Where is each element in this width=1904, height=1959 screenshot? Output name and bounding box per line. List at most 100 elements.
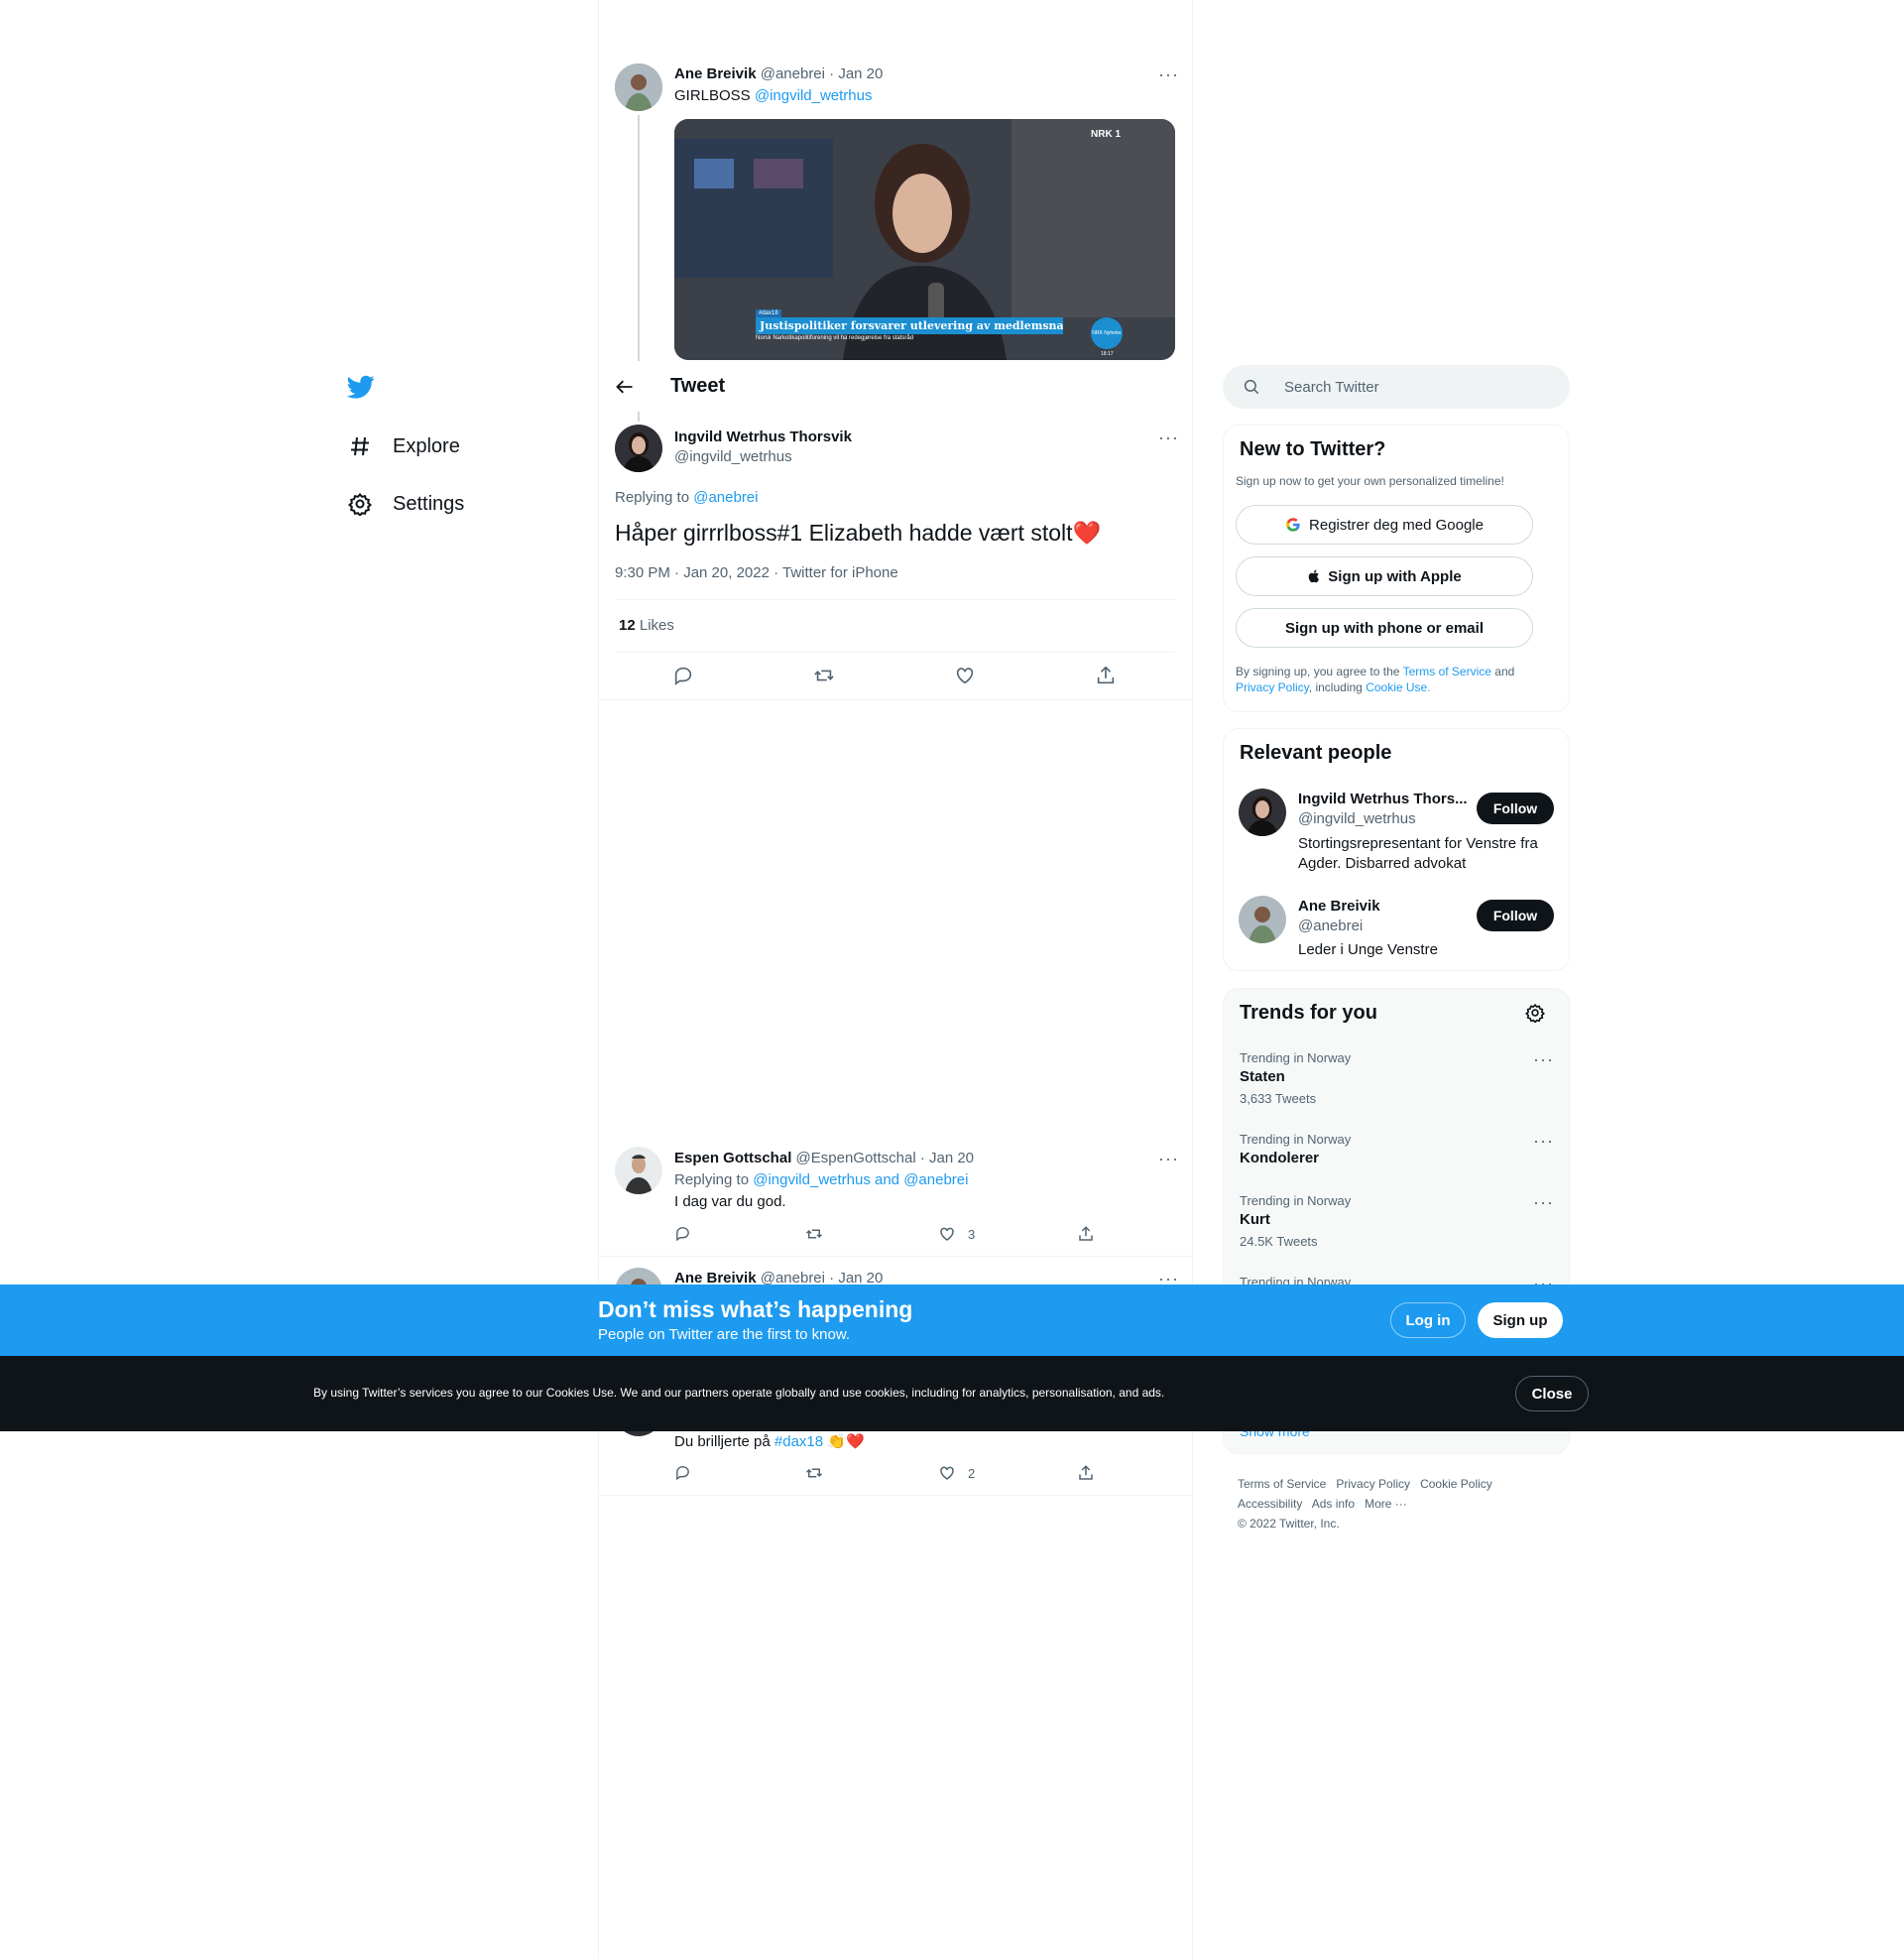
- more-options-icon[interactable]: ···: [1158, 1150, 1179, 1167]
- hashtag-icon: [347, 433, 373, 459]
- footer-more[interactable]: More ···: [1365, 1497, 1407, 1511]
- author-name[interactable]: Espen Gottschal: [674, 1150, 791, 1166]
- trend-item[interactable]: Trending in Norway Kurt 24.5K Tweets ···: [1224, 1181, 1569, 1261]
- footer-link[interactable]: Cookie Policy: [1420, 1477, 1492, 1491]
- person-name[interactable]: Ane Breivik: [1298, 898, 1380, 915]
- retweet-icon[interactable]: [805, 1464, 823, 1487]
- share-icon[interactable]: [1095, 665, 1117, 691]
- tos-link[interactable]: Terms of Service: [1403, 665, 1491, 678]
- footer-link[interactable]: Terms of Service: [1238, 1477, 1326, 1491]
- cookie-close-button[interactable]: Close: [1515, 1376, 1589, 1411]
- signup-button[interactable]: Sign up: [1478, 1302, 1563, 1338]
- cookie-link[interactable]: Cookie Use.: [1366, 680, 1430, 694]
- nav-settings-label: Settings: [393, 492, 465, 515]
- share-icon[interactable]: [1077, 1464, 1095, 1487]
- like-button[interactable]: 3: [938, 1225, 975, 1243]
- avatar[interactable]: [615, 425, 662, 472]
- mention-link[interactable]: @anebrei: [693, 489, 758, 506]
- more-options-icon[interactable]: ···: [1158, 65, 1179, 83]
- cookie-bar: By using Twitter’s services you agree to…: [0, 1356, 1904, 1431]
- google-signup-button[interactable]: Registrer deg med Google: [1236, 505, 1533, 545]
- retweet-icon[interactable]: [805, 1225, 823, 1248]
- tweet-date[interactable]: · Jan 20: [920, 1150, 974, 1166]
- privacy-link[interactable]: Privacy Policy: [1236, 680, 1309, 694]
- thread-line: [638, 115, 640, 361]
- column-border-left: [598, 0, 599, 1959]
- column-border-right: [1192, 0, 1193, 1959]
- follow-button[interactable]: Follow: [1477, 900, 1554, 931]
- more-options-icon[interactable]: ···: [1158, 1270, 1179, 1287]
- signup-banner: Don’t miss what’s happening People on Tw…: [0, 1285, 1904, 1356]
- like-icon: [940, 1227, 954, 1241]
- signup-card: New to Twitter? Sign up now to get your …: [1223, 425, 1570, 712]
- tweet-text-body: Håper girrrlboss#1 Elizabeth hadde vært …: [615, 520, 1073, 546]
- footer-link[interactable]: Accessibility: [1238, 1497, 1302, 1511]
- follow-button[interactable]: Follow: [1477, 793, 1554, 824]
- apple-signup-button[interactable]: Sign up with Apple: [1236, 556, 1533, 596]
- trend-item[interactable]: Trending in Norway Kondolerer ···: [1224, 1120, 1569, 1179]
- tweet-text: Du brilljerte på #dax18 👏❤️: [674, 1432, 865, 1450]
- person-name[interactable]: Ingvild Wetrhus Thors...: [1298, 791, 1468, 807]
- tweet-date[interactable]: · Jan 20: [829, 65, 883, 82]
- author-handle[interactable]: @ingvild_wetrhus: [674, 448, 792, 465]
- author-name[interactable]: Ingvild Wetrhus Thorsvik: [674, 429, 852, 445]
- apple-signup-label: Sign up with Apple: [1328, 567, 1462, 585]
- like-icon[interactable]: [954, 665, 976, 691]
- tweet-media[interactable]: NRK 1 #dax18 Justispolitiker forsvarer u…: [674, 119, 1175, 360]
- person-handle[interactable]: @anebrei: [1298, 918, 1363, 934]
- media-headline: Justispolitiker forsvarer utlevering av …: [756, 317, 1063, 334]
- more-options-icon[interactable]: ···: [1158, 429, 1179, 446]
- twitter-logo-icon[interactable]: [346, 373, 379, 405]
- avatar[interactable]: [615, 63, 662, 111]
- avatar[interactable]: [1239, 789, 1286, 836]
- nav-settings[interactable]: Settings: [347, 484, 464, 524]
- more-options-icon[interactable]: ···: [1533, 1050, 1554, 1068]
- divider: [599, 1256, 1192, 1257]
- reply-icon[interactable]: [674, 1225, 691, 1247]
- more-options-icon[interactable]: ···: [1533, 1193, 1554, 1211]
- author-handle[interactable]: @EspenGottschal: [796, 1150, 916, 1166]
- legal-and: and: [1494, 665, 1515, 678]
- author-name[interactable]: Ane Breivik: [674, 65, 757, 82]
- retweet-icon[interactable]: [813, 665, 835, 691]
- tweet-text: I dag var du god.: [674, 1193, 786, 1210]
- channel-logo: NRK 1: [1091, 129, 1122, 140]
- card-subtitle: Sign up now to get your own personalized…: [1236, 474, 1504, 488]
- back-arrow-icon[interactable]: [615, 377, 635, 402]
- trend-context: Trending in Norway: [1240, 1132, 1352, 1147]
- footer: Terms of Service Privacy Policy Cookie P…: [1238, 1474, 1565, 1533]
- trend-item[interactable]: Trending in Norway Staten 3,633 Tweets ·…: [1224, 1039, 1569, 1118]
- nav-explore[interactable]: Explore: [347, 427, 460, 466]
- search-input[interactable]: Search Twitter: [1284, 379, 1379, 396]
- likes-count[interactable]: 12 Likes: [619, 617, 674, 634]
- search-box[interactable]: Search Twitter: [1223, 365, 1570, 409]
- footer-link[interactable]: Ads info: [1312, 1497, 1355, 1511]
- hashtag-link[interactable]: #dax18: [774, 1433, 823, 1450]
- thread-line-connector: [638, 412, 640, 422]
- media-tag: #dax18: [756, 309, 781, 317]
- author-handle[interactable]: @anebrei: [761, 65, 825, 82]
- avatar[interactable]: [1239, 896, 1286, 943]
- trend-name: Staten: [1240, 1068, 1285, 1085]
- more-options-icon[interactable]: ···: [1533, 1132, 1554, 1150]
- footer-link[interactable]: Privacy Policy: [1336, 1477, 1410, 1491]
- card-title: Relevant people: [1240, 742, 1392, 764]
- avatar[interactable]: [615, 1147, 662, 1194]
- mention-link[interactable]: @ingvild_wetrhus: [755, 87, 873, 104]
- heart-emoji: ❤️: [1072, 520, 1102, 546]
- tweet-meta[interactable]: 9:30 PM · Jan 20, 2022 · Twitter for iPh…: [615, 564, 898, 581]
- phone-signup-button[interactable]: Sign up with phone or email: [1236, 608, 1533, 648]
- card-title: New to Twitter?: [1240, 438, 1386, 460]
- legal-text: By signing up, you agree to the: [1236, 665, 1400, 678]
- reply-icon[interactable]: [674, 1464, 691, 1486]
- login-button[interactable]: Log in: [1390, 1302, 1466, 1338]
- mention-link[interactable]: @ingvild_wetrhus and @anebrei: [753, 1171, 968, 1188]
- share-icon[interactable]: [1077, 1225, 1095, 1248]
- media-subline: Norsk Narkotikapolitiforening vil ha red…: [756, 335, 914, 341]
- tweet-text-body: Du brilljerte på: [674, 1433, 771, 1450]
- reply-icon[interactable]: [672, 665, 694, 691]
- person-handle[interactable]: @ingvild_wetrhus: [1298, 810, 1416, 827]
- divider: [599, 699, 1192, 700]
- like-button[interactable]: 2: [938, 1464, 975, 1482]
- gear-icon[interactable]: [1524, 1003, 1546, 1028]
